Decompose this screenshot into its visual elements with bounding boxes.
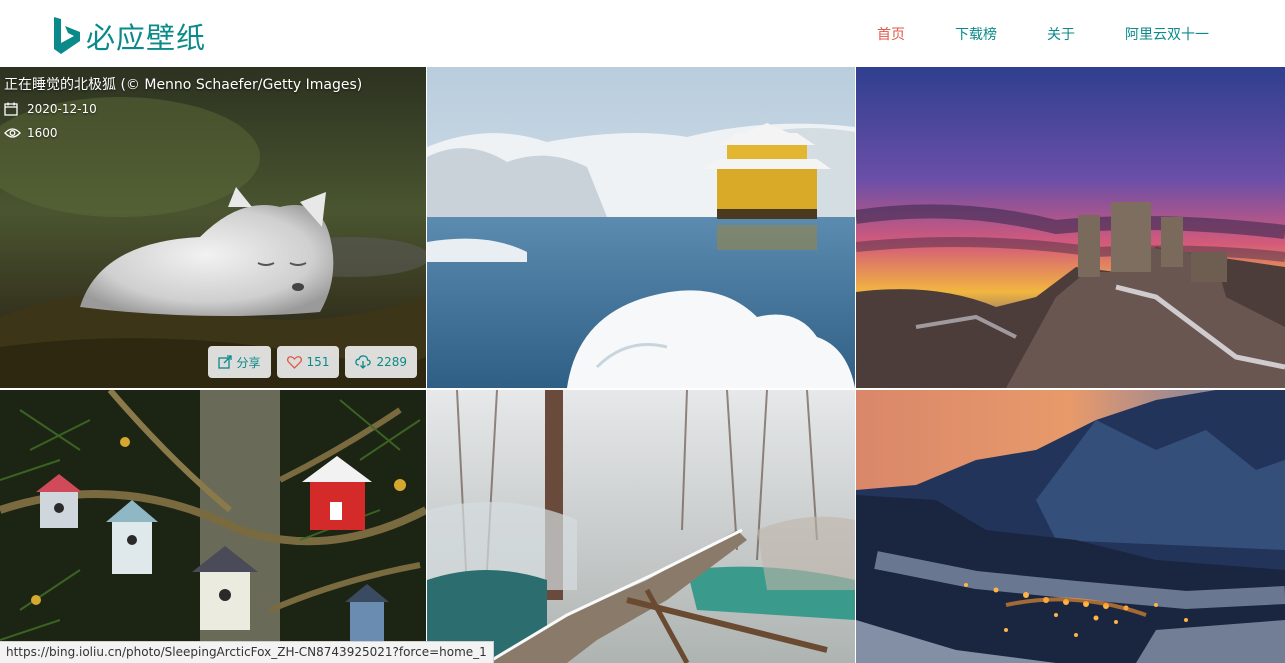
share-label: 分享 [236, 355, 261, 370]
share-icon [217, 355, 232, 369]
snowy-boardwalk-photo [427, 390, 855, 663]
photo-views-row: 1600 [4, 123, 422, 143]
download-count: 2289 [376, 355, 407, 369]
eye-icon [4, 126, 22, 140]
wallpaper-tile-golden-pavilion[interactable] [427, 67, 855, 388]
wallpaper-tile-castle-ruins[interactable] [856, 67, 1285, 388]
photo-actions: 分享 151 2289 [207, 346, 417, 378]
photo-info-overlay: 正在睡觉的北极狐 (© Menno Schaefer/Getty Images)… [0, 67, 426, 151]
wallpaper-tile-birdhouses[interactable] [0, 390, 426, 663]
like-count: 151 [306, 355, 330, 369]
mountain-village-photo [856, 390, 1285, 663]
share-button[interactable]: 分享 [207, 346, 271, 378]
site-header: 必应壁纸 首页 下载榜 关于 阿里云双十一 [0, 0, 1285, 67]
wallpaper-tile-arctic-fox[interactable]: 正在睡觉的北极狐 (© Menno Schaefer/Getty Images)… [0, 67, 426, 388]
birdhouses-photo [0, 390, 426, 663]
cloud-download-icon [355, 355, 372, 369]
nav-about[interactable]: 关于 [1047, 24, 1075, 44]
heart-icon [286, 355, 302, 369]
wallpaper-tile-mountain-village[interactable] [856, 390, 1285, 663]
nav-home[interactable]: 首页 [877, 24, 905, 44]
like-button[interactable]: 151 [276, 346, 340, 378]
wallpaper-grid: 正在睡觉的北极狐 (© Menno Schaefer/Getty Images)… [0, 67, 1285, 663]
site-logo-text: 必应壁纸 [86, 21, 207, 55]
photo-date: 2020-12-10 [27, 102, 97, 116]
bing-logo-icon [54, 17, 80, 54]
photo-date-row: 2020-12-10 [4, 99, 422, 119]
calendar-icon [4, 102, 22, 116]
castle-ruins-photo [856, 67, 1285, 388]
download-button[interactable]: 2289 [345, 346, 417, 378]
wallpaper-tile-snowy-boardwalk[interactable] [427, 390, 855, 663]
nav-aliyun-double-eleven[interactable]: 阿里云双十一 [1125, 24, 1209, 44]
browser-status-bar-url: https://bing.ioliu.cn/photo/SleepingArct… [0, 641, 494, 663]
photo-title[interactable]: 正在睡觉的北极狐 (© Menno Schaefer/Getty Images) [4, 75, 422, 95]
nav-download-ranking[interactable]: 下载榜 [955, 24, 997, 44]
site-logo[interactable]: 必应壁纸 [52, 14, 206, 58]
golden-pavilion-photo [427, 67, 855, 388]
photo-views: 1600 [27, 126, 58, 140]
